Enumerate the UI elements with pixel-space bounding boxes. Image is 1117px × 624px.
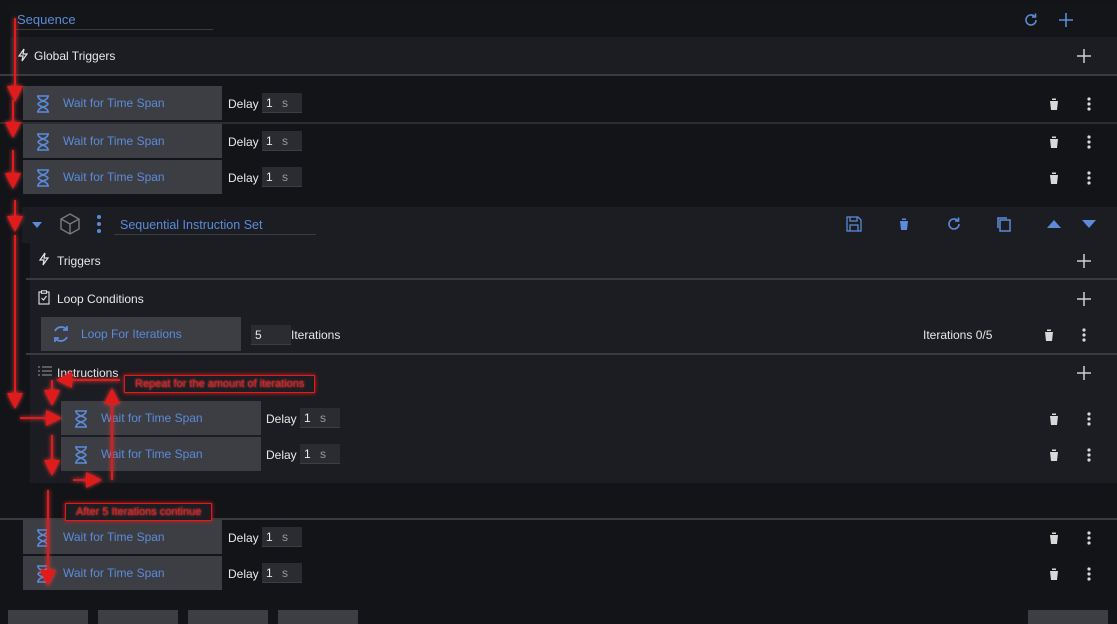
annotation-repeat: Repeat for the amount of iterations — [124, 375, 316, 393]
annotation-continue: After 5 Iterations continue — [65, 503, 213, 521]
flow-annotation-arrows — [5, 18, 120, 586]
